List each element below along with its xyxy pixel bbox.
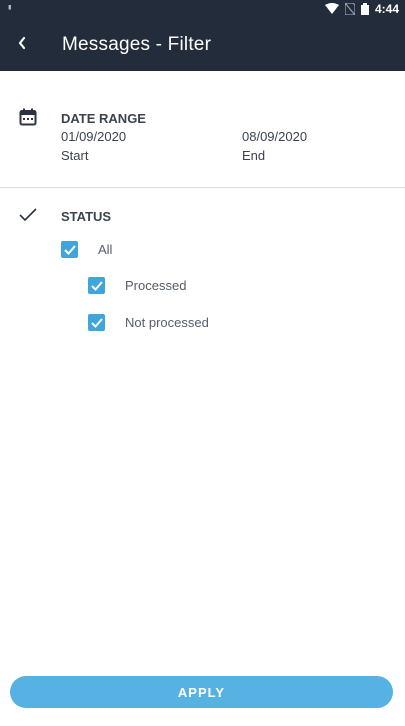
status-option-label: Processed — [125, 278, 187, 293]
page-title: Messages - Filter — [62, 34, 212, 55]
checkbox-all[interactable] — [61, 241, 78, 258]
no-sim-icon — [344, 3, 355, 15]
status-option-not-processed[interactable]: Not processed — [88, 314, 209, 331]
status-section: STATUS All Processed Not processed — [0, 189, 405, 349]
end-date-label: End — [242, 148, 266, 163]
calendar-icon — [19, 108, 37, 131]
apply-button[interactable]: APPLY — [10, 676, 393, 708]
start-date-label: Start — [61, 148, 89, 163]
wifi-icon — [324, 3, 339, 15]
app-bar: Messages - Filter — [0, 20, 405, 71]
back-button[interactable] — [12, 34, 32, 56]
status-option-processed[interactable]: Processed — [88, 277, 186, 294]
status-bar-right: 4:44 — [324, 2, 399, 16]
signal-icon: ᑊᑊ — [8, 4, 11, 16]
checkbox-processed[interactable] — [88, 277, 105, 294]
status-heading: STATUS — [61, 209, 112, 224]
status-option-label: Not processed — [125, 315, 209, 330]
chevron-left-icon — [17, 36, 27, 55]
date-range-heading: DATE RANGE — [61, 111, 146, 126]
checkbox-not-processed[interactable] — [88, 314, 105, 331]
status-bar: ᑊᑊ 4:44 — [0, 0, 405, 20]
battery-icon — [360, 3, 369, 15]
status-time: 4:44 — [374, 2, 399, 16]
start-date-value[interactable]: 01/09/2020 — [61, 129, 126, 144]
status-option-label: All — [98, 242, 113, 257]
end-date-value[interactable]: 08/09/2020 — [242, 129, 307, 144]
date-range-section[interactable]: DATE RANGE 01/09/2020 Start 08/09/2020 E… — [0, 71, 405, 188]
checkmark-icon — [19, 208, 37, 227]
status-option-all[interactable]: All — [61, 241, 112, 258]
